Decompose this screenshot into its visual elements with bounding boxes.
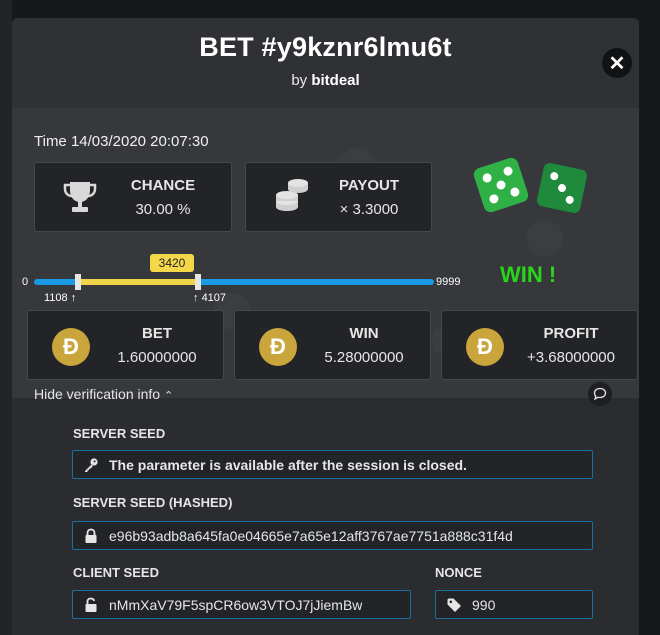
server-seed-hashed-value: e96b93adb8a645fa0e04665e7a65e12aff3767ae… xyxy=(109,527,513,544)
range-high-handle xyxy=(195,274,201,290)
client-seed-field[interactable]: nMmXaV79F5spCR6ow3VTOJ7jJiemBw xyxy=(72,590,411,619)
arrow-up-icon: ↑ xyxy=(70,292,77,304)
nonce-field[interactable]: 990 xyxy=(435,590,593,619)
win-status: WIN ! xyxy=(500,262,557,287)
server-seed-hashed-label: SERVER SEED (HASHED) xyxy=(73,495,233,510)
trophy-icon xyxy=(63,182,97,212)
range-high-value: ↑ 4107 xyxy=(193,292,226,304)
range-win-segment xyxy=(78,279,198,285)
profit-amount-box: Đ PROFIT +3.68000000 xyxy=(441,310,638,380)
server-seed-hashed-field[interactable]: e96b93adb8a645fa0e04665e7a65e12aff3767ae… xyxy=(72,521,593,550)
chat-bubble-icon xyxy=(593,387,607,401)
backdrop-strip xyxy=(0,0,12,635)
comment-button[interactable] xyxy=(588,382,612,406)
lock-icon xyxy=(85,528,97,543)
dice-three-icon xyxy=(537,163,587,213)
bet-author[interactable]: bitdeal xyxy=(311,72,359,89)
bet-time: Time 14/03/2020 20:07:30 xyxy=(34,133,209,150)
client-seed-value: nMmXaV79F5spCR6ow3VTOJ7jJiemBw xyxy=(109,596,363,613)
range-low-value: 1108 ↑ xyxy=(44,292,76,304)
bet-details-modal: BET #y9kznr6lmu6t by bitdeal ✕ Time 14/0… xyxy=(12,18,639,635)
range-low-handle xyxy=(75,274,81,290)
server-seed-value: The parameter is available after the ses… xyxy=(109,456,467,473)
unlock-icon xyxy=(85,597,97,612)
verification-toggle-label: Hide verification info xyxy=(34,386,161,402)
roll-result-bubble: 3420 xyxy=(150,254,194,272)
chance-box: CHANCE 30.00 % xyxy=(34,162,232,232)
range-high-text: 4107 xyxy=(201,292,227,304)
nonce-value: 990 xyxy=(472,596,496,613)
modal-header: BET #y9kznr6lmu6t by bitdeal ✕ xyxy=(12,18,639,108)
server-seed-field[interactable]: The parameter is available after the ses… xyxy=(72,450,593,479)
tag-icon xyxy=(447,598,461,612)
close-icon: ✕ xyxy=(608,52,626,75)
bet-title: BET #y9kznr6lmu6t xyxy=(199,32,452,62)
dogecoin-icon: Đ xyxy=(52,328,90,366)
server-seed-label: SERVER SEED xyxy=(73,426,166,441)
dice-five-icon xyxy=(473,157,529,213)
bet-amount-box: Đ BET 1.60000000 xyxy=(27,310,224,380)
range-max-label: 9999 xyxy=(436,276,461,288)
arrow-up-icon: ↑ xyxy=(193,292,199,304)
range-low-text: 1108 xyxy=(44,292,68,304)
chance-label: CHANCE xyxy=(130,177,196,194)
chance-value: 30.00 % xyxy=(135,201,191,218)
nonce-label: NONCE xyxy=(435,565,482,580)
client-seed-label: CLIENT SEED xyxy=(73,565,159,580)
profit-label: PROFIT xyxy=(543,325,599,342)
dogecoin-icon: Đ xyxy=(466,328,504,366)
bet-label: BET xyxy=(142,325,172,342)
payout-box: PAYOUT × 3.3000 xyxy=(245,162,432,232)
profit-value: +3.68000000 xyxy=(526,349,615,366)
win-label: WIN xyxy=(349,325,379,342)
bet-author-line: by bitdeal xyxy=(12,72,639,89)
dogecoin-icon: Đ xyxy=(259,328,297,366)
win-amount-box: Đ WIN 5.28000000 xyxy=(234,310,431,380)
chevron-up-icon: ⌃ xyxy=(163,390,174,402)
bet-value: 1.60000000 xyxy=(117,349,197,366)
close-button[interactable]: ✕ xyxy=(602,48,632,78)
coins-stack-icon xyxy=(276,179,308,211)
payout-value: × 3.3000 xyxy=(339,201,399,218)
win-value: 5.28000000 xyxy=(324,349,404,366)
by-prefix: by xyxy=(291,72,308,89)
key-icon xyxy=(85,457,98,472)
hide-verification-toggle[interactable]: Hide verification info ⌃ xyxy=(34,386,173,402)
range-min-label: 0 xyxy=(22,276,29,288)
payout-label: PAYOUT xyxy=(338,177,399,194)
